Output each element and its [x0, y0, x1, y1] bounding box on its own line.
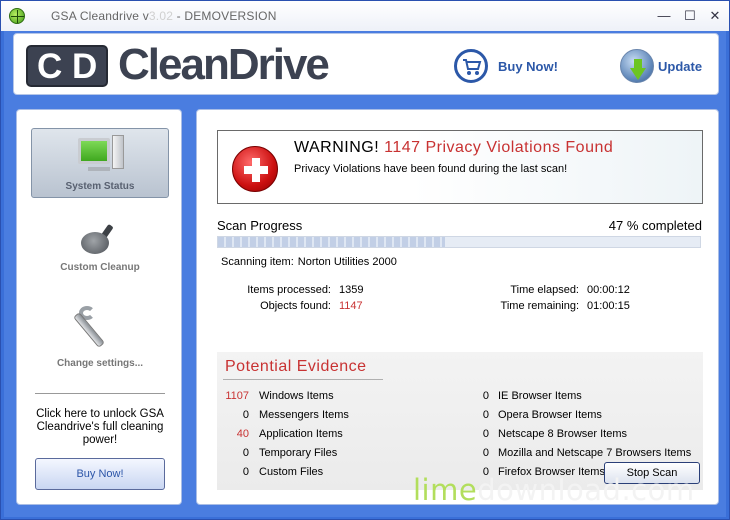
evidence-name: Messengers Items — [259, 409, 349, 421]
sidebar-item-label: Change settings... — [56, 358, 144, 369]
evidence-title: Potential Evidence — [225, 358, 367, 375]
maximize-button[interactable]: ☐ — [681, 7, 699, 25]
computer-icon — [78, 138, 110, 164]
scanning-item: Scanning item: Norton Utilities 2000 — [221, 256, 397, 268]
alert-icon — [232, 146, 278, 192]
evidence-name: Opera Browser Items — [498, 409, 602, 421]
title-version: 3.02 — [148, 9, 174, 23]
evidence-count: 1107 — [225, 390, 249, 402]
evidence-count: 0 — [482, 447, 489, 459]
objects-found-value: 1147 — [339, 300, 363, 312]
evidence-name: Netscape 8 Browser Items — [498, 428, 627, 440]
scanning-item-value: Norton Utilities 2000 — [297, 256, 397, 268]
time-remaining-value: 01:00:15 — [587, 300, 630, 312]
sidebar-item-custom-cleanup[interactable]: Custom Cleanup — [31, 218, 169, 288]
sidebar: System Status Custom Cleanup Change sett… — [16, 109, 182, 505]
window-title: GSA Cleandrive v3.02 - DEMOVERSION — [51, 9, 277, 23]
title-bar[interactable]: GSA Cleandrive v3.02 - DEMOVERSION — ☐ ✕ — [1, 1, 729, 31]
watermark-lime: lime — [413, 473, 478, 507]
violation-count: 1147 — [384, 139, 421, 156]
warning-title: WARNING! 1147 Privacy Violations Found — [294, 139, 613, 157]
pc-tower — [112, 135, 124, 169]
evidence-count: 0 — [242, 447, 249, 459]
logo-letter-c: C — [37, 47, 63, 86]
minimize-button[interactable]: — — [655, 7, 673, 25]
watermark-rest: download.com — [477, 473, 695, 507]
logo-name: CleanDrive — [118, 40, 330, 89]
monitor-stand — [88, 167, 110, 171]
frying-pan-icon — [81, 232, 109, 254]
client-area: C D CleanDrive Buy Now! Update System St… — [4, 31, 726, 517]
scan-progress-label: Scan Progress — [217, 218, 303, 233]
title-main: GSA Cleandrive v — [51, 9, 149, 23]
shopping-cart-icon[interactable] — [454, 49, 488, 83]
unlock-text-link[interactable]: Click here to unlock GSA Cleandrive's fu… — [27, 408, 173, 447]
objects-found-label: Objects found: — [260, 300, 331, 312]
close-button[interactable]: ✕ — [706, 7, 724, 25]
sidebar-item-label: Custom Cleanup — [60, 262, 140, 273]
scan-progress-percent: 47 % completed — [608, 218, 702, 233]
alert-cross-horizontal — [244, 166, 268, 174]
title-suffix: - DEMOVERSION — [173, 9, 277, 23]
scan-progress-bar — [217, 236, 701, 248]
scanning-item-label: Scanning item: — [221, 256, 294, 268]
evidence-name: Temporary Files — [259, 447, 338, 459]
app-logo-icon — [9, 8, 25, 24]
watermark: limedownload.com — [413, 473, 695, 507]
warning-prefix: WARNING! — [294, 139, 385, 156]
time-remaining-label: Time remaining: — [500, 300, 579, 312]
sidebar-item-label: System Status — [65, 181, 135, 192]
evidence-title-underline — [223, 379, 383, 380]
logo-letter-d: D — [72, 47, 98, 86]
sidebar-item-change-settings[interactable]: Change settings... — [31, 304, 169, 374]
evidence-count: 40 — [236, 428, 249, 440]
warning-subtitle: Privacy Violations have been found durin… — [294, 163, 568, 175]
scan-progress-fill — [218, 237, 445, 247]
app-window: GSA Cleandrive v3.02 - DEMOVERSION — ☐ ✕… — [0, 0, 730, 520]
cd-logo: C D — [26, 45, 108, 87]
evidence-count: 0 — [482, 409, 489, 421]
sidebar-item-system-status[interactable]: System Status — [31, 128, 169, 198]
globe-update-icon[interactable] — [620, 49, 654, 83]
evidence-count: 0 — [482, 390, 489, 402]
update-link[interactable]: Update — [658, 59, 702, 74]
warning-suffix: Privacy Violations Found — [420, 139, 614, 156]
items-processed-value: 1359 — [339, 284, 364, 296]
evidence-count: 0 — [242, 409, 249, 421]
evidence-count: 0 — [242, 466, 249, 478]
evidence-name: Windows Items — [259, 390, 334, 402]
items-processed-label: Items processed: — [247, 284, 331, 296]
sidebar-divider — [35, 393, 165, 394]
evidence-name: IE Browser Items — [498, 390, 582, 402]
evidence-count: 0 — [482, 428, 489, 440]
header-banner: C D CleanDrive Buy Now! Update — [13, 33, 719, 95]
time-elapsed-value: 00:00:12 — [587, 284, 630, 296]
sidebar-buy-now-button[interactable]: Buy Now! — [35, 458, 165, 490]
evidence-name: Mozilla and Netscape 7 Browsers Items — [498, 447, 692, 459]
download-arrow-icon — [630, 68, 646, 80]
warning-box: WARNING! 1147 Privacy Violations Found P… — [217, 130, 703, 204]
evidence-name: Application Items — [259, 428, 343, 440]
main-panel: WARNING! 1147 Privacy Violations Found P… — [196, 109, 719, 505]
evidence-name: Custom Files — [259, 466, 324, 478]
time-elapsed-label: Time elapsed: — [510, 284, 579, 296]
buy-now-link[interactable]: Buy Now! — [498, 59, 558, 74]
